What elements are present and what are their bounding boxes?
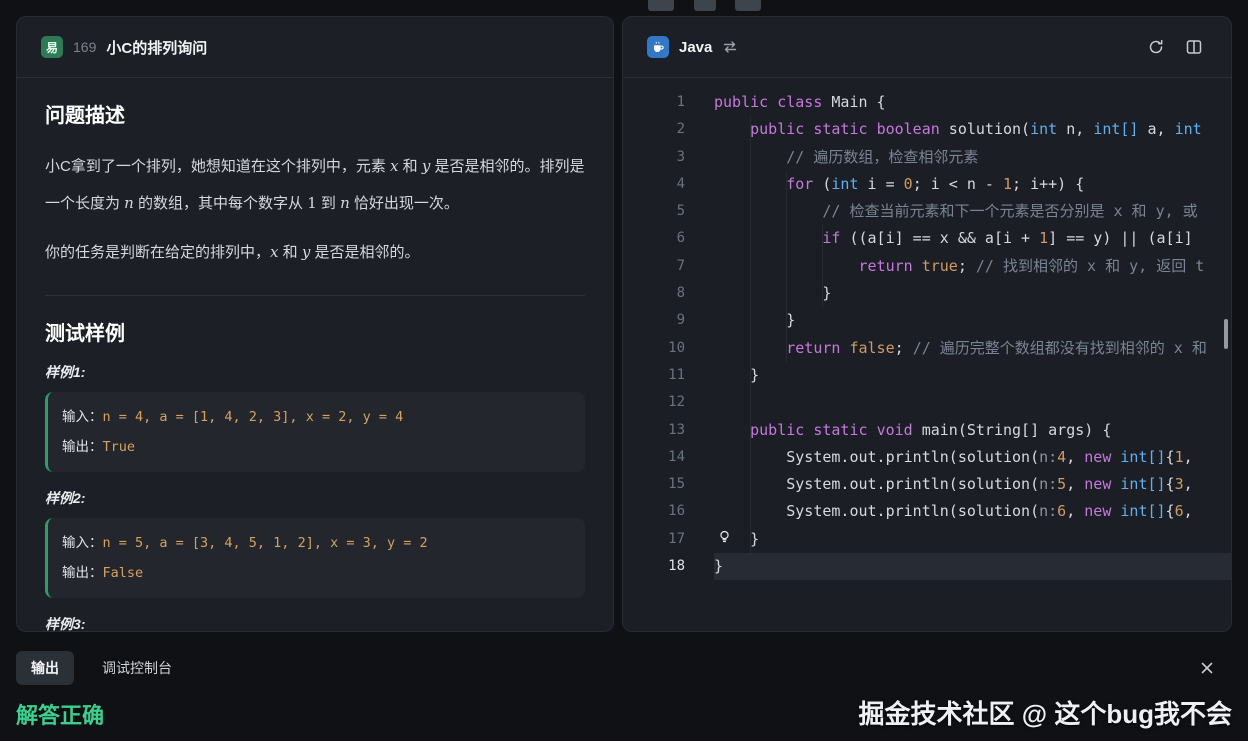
indent-guide (750, 116, 751, 554)
browser-fragment (735, 0, 761, 11)
code-line[interactable]: 18} (623, 553, 1231, 580)
line-number: 3 (623, 144, 685, 171)
code-line[interactable]: 11 } (623, 362, 1231, 389)
sample-code-block: 输入：n = 4, a = [1, 4, 2, 3], x = 2, y = 4… (45, 392, 585, 472)
code-line[interactable]: 2 public static boolean solution(int n, … (623, 116, 1231, 143)
code-line[interactable]: 12 (623, 389, 1231, 416)
console-tabs: 输出 调试控制台 (16, 650, 1232, 686)
sample-code-block: 输入：n = 5, a = [3, 4, 5, 1, 2], x = 3, y … (45, 518, 585, 598)
line-number: 15 (623, 471, 685, 498)
editor-panel: Java 1public (622, 16, 1232, 632)
line-number: 18 (623, 553, 685, 580)
code-editor[interactable]: 1public class Main {2 public static bool… (623, 79, 1231, 631)
tab-output[interactable]: 输出 (16, 651, 74, 685)
code-line[interactable]: 9 } (623, 307, 1231, 334)
code-line[interactable]: 4 for (int i = 0; i < n - 1; i++) { (623, 171, 1231, 198)
line-number: 17 (623, 526, 685, 553)
code-line[interactable]: 13 public static void main(String[] args… (623, 417, 1231, 444)
line-number: 4 (623, 171, 685, 198)
line-number: 10 (623, 335, 685, 362)
line-number: 11 (623, 362, 685, 389)
line-number: 14 (623, 444, 685, 471)
sample-label: 样例2: (45, 488, 585, 508)
code-line[interactable]: 17 } (623, 526, 1231, 553)
console-panel: 输出 调试控制台 解答正确 掘金技术社区 @ 这个bug我不会 (0, 648, 1248, 741)
java-logo-icon (647, 36, 669, 58)
line-number: 8 (623, 280, 685, 307)
result-status: 解答正确 (16, 698, 104, 730)
line-number: 13 (623, 417, 685, 444)
samples-heading: 测试样例 (45, 320, 585, 348)
divider (45, 295, 585, 296)
line-number: 5 (623, 198, 685, 225)
code-lines: 1public class Main {2 public static bool… (623, 89, 1231, 580)
code-line[interactable]: 16 System.out.println(solution(n:6, new … (623, 498, 1231, 525)
browser-fragment (648, 0, 674, 11)
difficulty-badge: 易 (41, 36, 63, 58)
indent-guide (822, 225, 823, 307)
editor-header: Java (623, 17, 1231, 78)
line-number: 9 (623, 307, 685, 334)
code-line[interactable]: 7 return true; // 找到相邻的 x 和 y, 返回 t (623, 253, 1231, 280)
indent-guide (786, 171, 787, 362)
description-paragraph: 你的任务是判断在给定的排列中，x 和 y 是否是相邻的。 (45, 234, 585, 271)
code-line[interactable]: 15 System.out.println(solution(n:5, new … (623, 471, 1231, 498)
watermark: 掘金技术社区 @ 这个bug我不会 (859, 694, 1232, 731)
refresh-icon[interactable] (1147, 38, 1165, 56)
sample-label: 样例1: (45, 362, 585, 382)
problem-title: 小C的排列询问 (106, 37, 207, 58)
line-number: 6 (623, 225, 685, 252)
line-number: 7 (623, 253, 685, 280)
tab-debug-console[interactable]: 调试控制台 (102, 658, 172, 678)
problem-id: 169 (73, 39, 96, 55)
split-view-icon[interactable] (1185, 38, 1203, 56)
code-line[interactable]: 8 } (623, 280, 1231, 307)
samples-list: 样例1: 输入：n = 4, a = [1, 4, 2, 3], x = 2, y… (45, 362, 585, 632)
line-number: 1 (623, 89, 685, 116)
problem-content: 问题描述 小C拿到了一个排列，她想知道在这个排列中，元素 x 和 y 是否是相邻… (17, 78, 613, 632)
description-paragraph: 小C拿到了一个排列，她想知道在这个排列中，元素 x 和 y 是否是相邻的。排列是… (45, 148, 585, 222)
code-line[interactable]: 14 System.out.println(solution(n:4, new … (623, 444, 1231, 471)
sample-label: 样例3: (45, 614, 585, 632)
problem-description: 小C拿到了一个排列，她想知道在这个排列中，元素 x 和 y 是否是相邻的。排列是… (45, 148, 585, 271)
description-heading: 问题描述 (45, 102, 585, 130)
problem-panel: 易 169 小C的排列询问 问题描述 小C拿到了一个排列，她想知道在这个排列中，… (16, 16, 614, 632)
code-line[interactable]: 1public class Main { (623, 89, 1231, 116)
code-line[interactable]: 10 return false; // 遍历完整个数组都没有找到相邻的 x 和 (623, 335, 1231, 362)
lightbulb-icon[interactable] (717, 529, 732, 544)
code-line[interactable]: 3 // 遍历数组，检查相邻元素 (623, 144, 1231, 171)
language-switch-icon[interactable] (722, 39, 738, 55)
line-number: 2 (623, 116, 685, 143)
language-label: Java (679, 39, 712, 56)
code-line[interactable]: 5 // 检查当前元素和下一个元素是否分别是 x 和 y, 或 (623, 198, 1231, 225)
line-number: 12 (623, 389, 685, 416)
code-line[interactable]: 6 if ((a[i] == x && a[i + 1] == y) || (a… (623, 225, 1231, 252)
close-icon[interactable] (1200, 661, 1214, 675)
line-number: 16 (623, 498, 685, 525)
problem-header: 易 169 小C的排列询问 (17, 17, 613, 78)
editor-scrollbar[interactable] (1224, 319, 1228, 349)
browser-fragment (694, 0, 716, 11)
